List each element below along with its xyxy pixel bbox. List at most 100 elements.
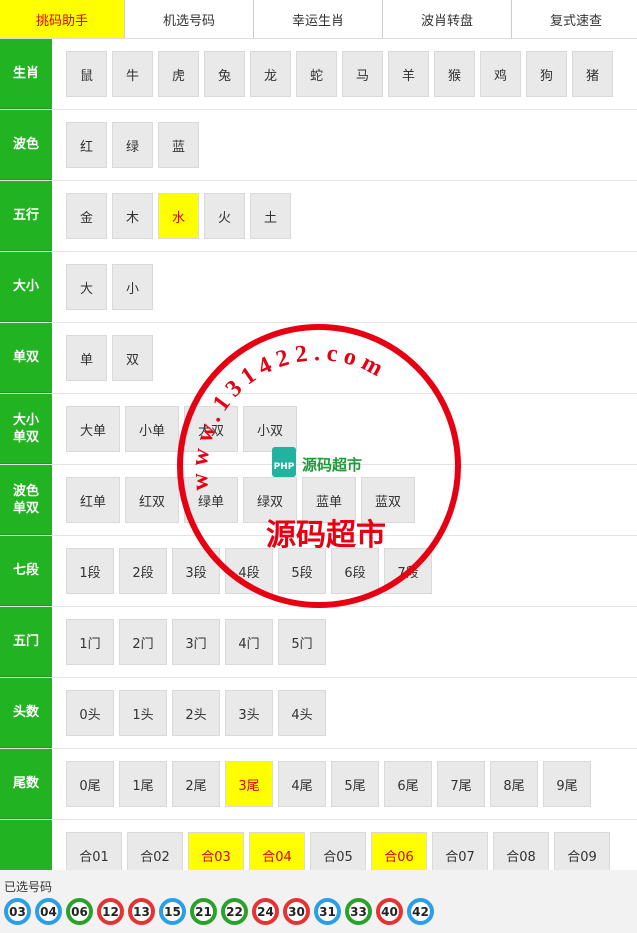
option-button[interactable]: 4门 (225, 619, 273, 665)
row-label: 波色 单双 (0, 465, 52, 535)
option-button[interactable]: 单 (66, 335, 107, 381)
row-options: 红绿蓝 (52, 110, 637, 180)
option-button[interactable]: 0尾 (66, 761, 114, 807)
option-button[interactable]: 红双 (125, 477, 179, 523)
picker-row-2: 波色红绿蓝 (0, 110, 637, 181)
number-ball[interactable]: 33 (345, 898, 372, 925)
number-ball[interactable]: 04 (35, 898, 62, 925)
option-button[interactable]: 水 (158, 193, 199, 239)
option-button[interactable]: 牛 (112, 51, 153, 97)
option-button[interactable]: 4尾 (278, 761, 326, 807)
number-ball[interactable]: 12 (97, 898, 124, 925)
option-button[interactable]: 狗 (526, 51, 567, 97)
option-button[interactable]: 2段 (119, 548, 167, 594)
option-button[interactable]: 土 (250, 193, 291, 239)
option-button[interactable]: 1门 (66, 619, 114, 665)
option-button[interactable]: 兔 (204, 51, 245, 97)
option-button[interactable]: 小单 (125, 406, 179, 452)
option-button[interactable]: 小 (112, 264, 153, 310)
picker-row-10: 头数 0头 1头 2头 3头 4头 (0, 678, 637, 749)
option-button[interactable]: 1尾 (119, 761, 167, 807)
picker-row-6: 大小 单双 大单 小单 大双 小双 (0, 394, 637, 465)
option-button[interactable]: 9尾 (543, 761, 591, 807)
option-button[interactable]: 龙 (250, 51, 291, 97)
option-button[interactable]: 蓝单 (302, 477, 356, 523)
option-button[interactable]: 木 (112, 193, 153, 239)
tab-1[interactable]: 挑码助手 (0, 0, 125, 38)
option-button[interactable]: 蛇 (296, 51, 337, 97)
row-options: 金木水火土 (52, 181, 637, 251)
option-button[interactable]: 3头 (225, 690, 273, 736)
number-ball[interactable]: 31 (314, 898, 341, 925)
tab-bar: 挑码助手 机选号码 幸运生肖 波肖转盘 复式速查 (0, 0, 637, 39)
option-button[interactable]: 4头 (278, 690, 326, 736)
option-button[interactable]: 3尾 (225, 761, 273, 807)
option-button[interactable]: 大 (66, 264, 107, 310)
number-ball[interactable]: 24 (252, 898, 279, 925)
selected-numbers-panel: 已选号码 03 04 06 12 13 15 21 22 24 30 31 33 40 42 (0, 870, 637, 933)
option-button[interactable]: 大单 (66, 406, 120, 452)
picker-row-1: 生肖鼠牛虎兔龙蛇马羊猴鸡狗猪 (0, 39, 637, 110)
option-button[interactable]: 7尾 (437, 761, 485, 807)
option-button[interactable]: 3段 (172, 548, 220, 594)
option-button[interactable]: 虎 (158, 51, 199, 97)
row-label: 头数 (0, 678, 52, 748)
number-ball[interactable]: 06 (66, 898, 93, 925)
row-label: 尾数 (0, 749, 52, 819)
number-ball[interactable]: 15 (159, 898, 186, 925)
option-button[interactable]: 红单 (66, 477, 120, 523)
option-button[interactable]: 绿单 (184, 477, 238, 523)
tab-4[interactable]: 波肖转盘 (383, 0, 512, 38)
number-ball[interactable]: 42 (407, 898, 434, 925)
option-button[interactable]: 8尾 (490, 761, 538, 807)
row-options: 大小 (52, 252, 637, 322)
option-button[interactable]: 1头 (119, 690, 167, 736)
tab-2[interactable]: 机选号码 (125, 0, 254, 38)
picker-row-8: 七段 1段 2段 3段 4段 5段 6段 7段 (0, 536, 637, 607)
option-button[interactable]: 6段 (331, 548, 379, 594)
tab-5[interactable]: 复式速查 (512, 0, 637, 38)
option-button[interactable]: 蓝 (158, 122, 199, 168)
number-ball[interactable]: 40 (376, 898, 403, 925)
option-button[interactable]: 绿双 (243, 477, 297, 523)
option-button[interactable]: 4段 (225, 548, 273, 594)
number-ball[interactable]: 30 (283, 898, 310, 925)
row-label: 波色 (0, 110, 52, 180)
option-button[interactable]: 绿 (112, 122, 153, 168)
option-button[interactable]: 蓝双 (361, 477, 415, 523)
option-button[interactable]: 金 (66, 193, 107, 239)
number-ball[interactable]: 22 (221, 898, 248, 925)
option-button[interactable]: 5门 (278, 619, 326, 665)
option-button[interactable]: 猴 (434, 51, 475, 97)
option-button[interactable]: 火 (204, 193, 245, 239)
option-button[interactable]: 鼠 (66, 51, 107, 97)
option-button[interactable]: 双 (112, 335, 153, 381)
row-options: 大单 小单 大双 小双 (52, 394, 637, 464)
picker-row-5: 单双单双 (0, 323, 637, 394)
row-options: 红单 红双 绿单 绿双 蓝单 蓝双 (52, 465, 637, 535)
row-label: 七段 (0, 536, 52, 606)
tab-3[interactable]: 幸运生肖 (254, 0, 383, 38)
option-button[interactable]: 5尾 (331, 761, 379, 807)
number-ball[interactable]: 13 (128, 898, 155, 925)
option-button[interactable]: 2门 (119, 619, 167, 665)
row-options: 鼠牛虎兔龙蛇马羊猴鸡狗猪 (52, 39, 637, 109)
number-ball[interactable]: 21 (190, 898, 217, 925)
option-button[interactable]: 马 (342, 51, 383, 97)
option-button[interactable]: 5段 (278, 548, 326, 594)
row-label: 大小 (0, 252, 52, 322)
option-button[interactable]: 3门 (172, 619, 220, 665)
number-ball[interactable]: 03 (4, 898, 31, 925)
option-button[interactable]: 7段 (384, 548, 432, 594)
option-button[interactable]: 红 (66, 122, 107, 168)
option-button[interactable]: 羊 (388, 51, 429, 97)
option-button[interactable]: 2头 (172, 690, 220, 736)
option-button[interactable]: 2尾 (172, 761, 220, 807)
option-button[interactable]: 小双 (243, 406, 297, 452)
option-button[interactable]: 6尾 (384, 761, 432, 807)
option-button[interactable]: 大双 (184, 406, 238, 452)
option-button[interactable]: 0头 (66, 690, 114, 736)
option-button[interactable]: 鸡 (480, 51, 521, 97)
option-button[interactable]: 猪 (572, 51, 613, 97)
option-button[interactable]: 1段 (66, 548, 114, 594)
